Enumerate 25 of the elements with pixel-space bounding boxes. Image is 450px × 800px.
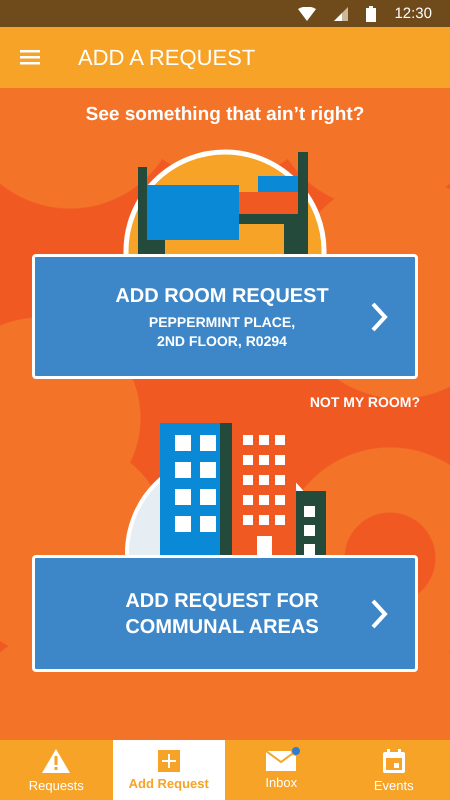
communal-request-button[interactable]: ADD REQUEST FOR COMMUNAL AREAS — [32, 555, 418, 672]
mail-icon — [266, 750, 296, 770]
nav-tab[interactable]: Events — [338, 740, 450, 800]
signal-icon — [334, 6, 348, 20]
nav-tab[interactable]: Add Request — [112, 740, 225, 800]
screen-title: ADD A REQUEST — [78, 44, 256, 70]
status-time: 12:30 — [394, 5, 432, 22]
menu-icon[interactable] — [20, 50, 40, 65]
chevron-right-icon — [369, 598, 389, 630]
button-title: ADD REQUEST FOR — [125, 588, 319, 614]
button-title: COMMUNAL AREAS — [125, 614, 319, 640]
chevron-right-icon — [369, 300, 389, 332]
battery-icon — [366, 6, 376, 22]
button-title: ADD ROOM REQUEST — [115, 284, 329, 308]
nav-tab[interactable]: Requests — [0, 740, 112, 800]
nav-tab[interactable]: Inbox — [225, 740, 338, 800]
calendar-icon — [382, 748, 406, 774]
heading: See something that ain’t right? — [86, 104, 364, 126]
room-address: PEPPERMINT PLACE, — [148, 312, 296, 332]
wifi-icon — [298, 6, 316, 20]
warning-icon — [41, 748, 72, 774]
not-my-room-link[interactable]: NOT MY ROOM? — [310, 394, 420, 410]
add-room-request-button[interactable]: ADD ROOM REQUEST PEPPERMINT PLACE, 2ND FLOOR, R0294 — [32, 254, 418, 379]
plus-icon — [158, 750, 180, 772]
room-address: 2ND FLOOR, R0294 — [157, 332, 287, 350]
